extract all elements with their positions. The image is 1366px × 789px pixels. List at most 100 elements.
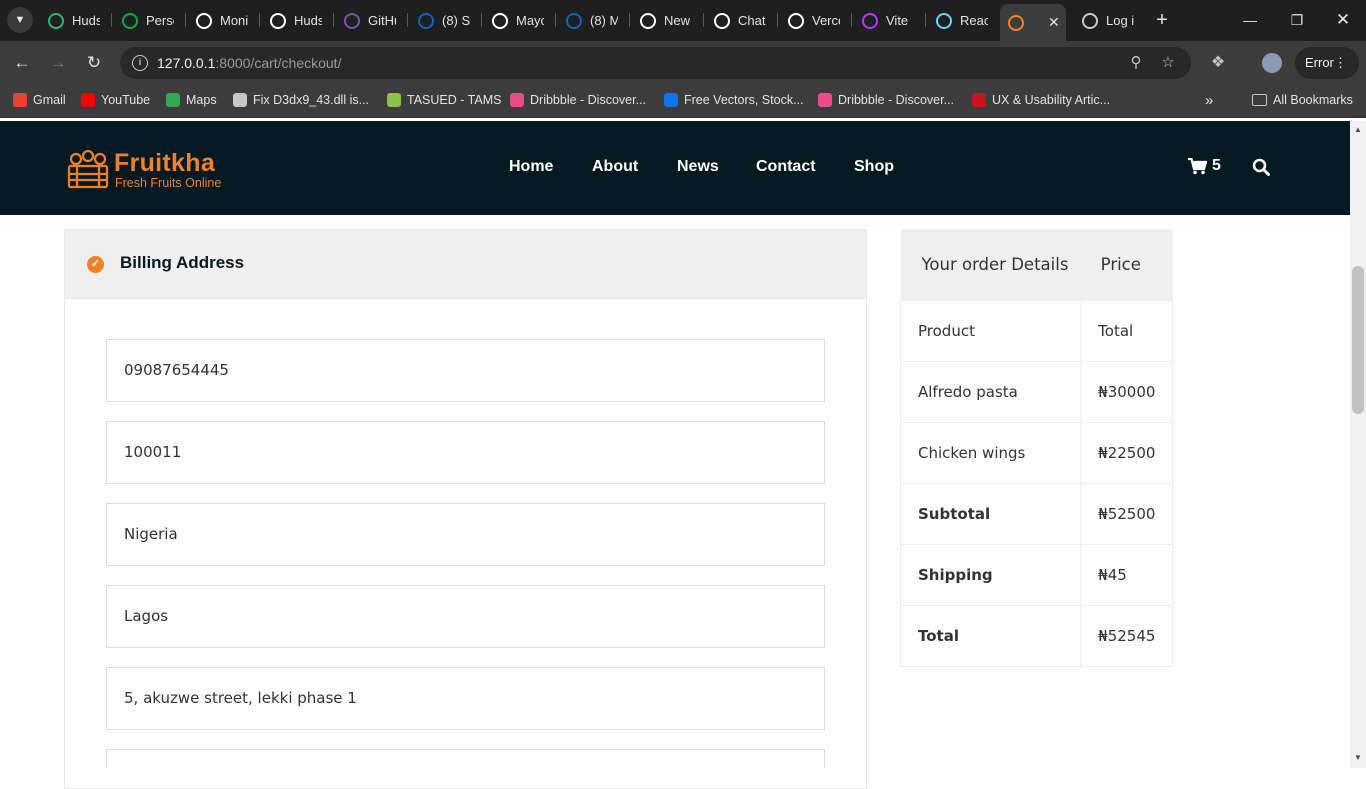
browser-tab[interactable]: Verce	[788, 5, 840, 36]
tab-search-chevron-icon[interactable]: ▼	[7, 7, 33, 33]
bookmark-star-icon[interactable]: ☆	[1159, 54, 1177, 72]
vite-icon	[862, 12, 878, 29]
browser-tab[interactable]: (8) Su	[418, 5, 470, 36]
country-field[interactable]: Nigeria	[106, 503, 825, 566]
price-heading: Price	[1080, 229, 1173, 300]
tab-label: GitHu	[368, 13, 396, 28]
tab-label: (8) M	[590, 13, 618, 28]
postal-code-field[interactable]: 100011	[106, 421, 825, 484]
linkedin-icon	[418, 12, 434, 29]
nav-contact[interactable]: Contact	[756, 158, 816, 176]
chrome-icon	[640, 12, 656, 29]
logo-title[interactable]: Fruitkha	[114, 149, 215, 178]
forward-arrow-icon[interactable]: →	[47, 52, 69, 74]
browser-tab[interactable]: Perso	[122, 5, 174, 36]
url-text[interactable]: 127.0.0.1:8000/cart/checkout/	[157, 55, 341, 71]
scroll-up-icon[interactable]: ▲	[1353, 125, 1363, 134]
tab-label: Log i	[1106, 13, 1134, 28]
bookmark-label: TASUED - TAMS	[407, 93, 502, 107]
browser-tab[interactable]: (8) M	[566, 5, 618, 36]
site-info-icon[interactable]: i	[132, 55, 148, 71]
browser-tab[interactable]: Mayo	[492, 5, 544, 36]
order-item-label: Total	[899, 604, 1082, 667]
browser-tab[interactable]: Chat	[714, 5, 766, 36]
bookmark-item[interactable]: Fix D3dx9_43.dll is...	[233, 91, 369, 109]
menu-dots-icon: ⋮	[1334, 55, 1347, 70]
nav-home[interactable]: Home	[509, 158, 553, 176]
bookmark-item[interactable]: UX & Usability Artic...	[972, 91, 1110, 109]
bookmarks-overflow-icon[interactable]: »	[1205, 91, 1213, 109]
bookmark-item[interactable]: Dribbble - Discover...	[818, 91, 954, 109]
billing-title[interactable]: Billing Address	[120, 253, 244, 273]
cart-link[interactable]: 5	[1188, 157, 1221, 175]
nn-icon	[972, 93, 986, 107]
tab-separator	[851, 13, 852, 27]
new-tab-plus-icon[interactable]: +	[1152, 8, 1172, 32]
close-window-icon[interactable]: ✕	[1323, 8, 1363, 32]
tab-label: Moni	[220, 13, 248, 28]
order-details-heading: Your order Details	[900, 229, 1081, 300]
browser-tab[interactable]: Huds	[48, 5, 100, 36]
bookmark-item[interactable]: Dribbble - Discover...	[510, 91, 646, 109]
browser-tab[interactable]: Moni	[196, 5, 248, 36]
error-button[interactable]: Error ⋮	[1295, 47, 1359, 79]
order-item-label: Shipping	[899, 543, 1082, 606]
bookmark-item[interactable]: YouTube	[81, 91, 150, 109]
reload-icon[interactable]: ↻	[83, 52, 105, 74]
globe-icon	[1082, 12, 1098, 29]
order-item-value: ₦30000	[1080, 360, 1173, 423]
back-arrow-icon[interactable]: ←	[11, 52, 33, 74]
all-bookmarks-button[interactable]: All Bookmarks	[1252, 91, 1353, 109]
tab-separator	[481, 13, 482, 27]
extensions-puzzle-icon[interactable]: ❖	[1209, 54, 1227, 72]
scroll-down-icon[interactable]: ▼	[1353, 753, 1363, 762]
tab-separator	[185, 13, 186, 27]
fruitkha-icon	[1008, 14, 1024, 31]
bookmark-label: Free Vectors, Stock...	[684, 93, 804, 107]
address-field[interactable]: 5, akuzwe street, lekki phase 1	[106, 667, 825, 730]
state-field[interactable]: Lagos	[106, 585, 825, 648]
browser-tab[interactable]: New	[640, 5, 692, 36]
bookmark-item[interactable]: Free Vectors, Stock...	[664, 91, 804, 109]
tab-separator	[333, 13, 334, 27]
medium-icon	[196, 12, 212, 29]
bookmark-item[interactable]: Maps	[166, 91, 217, 109]
order-item-value: Total	[1080, 299, 1173, 362]
tab-separator	[703, 13, 704, 27]
browser-tab[interactable]: Log i	[1082, 5, 1134, 36]
zoom-icon[interactable]: ⚲	[1127, 54, 1145, 72]
browser-tab[interactable]: Huds	[270, 5, 322, 36]
hashnode-icon	[492, 12, 508, 29]
profile-avatar[interactable]	[1262, 53, 1282, 73]
bookmark-item[interactable]: TASUED - TAMS	[387, 91, 501, 109]
browser-tab[interactable]: Vite	[862, 5, 914, 36]
page-scrollbar[interactable]	[1350, 121, 1366, 768]
tab-label: Perso	[146, 13, 174, 28]
scrollbar-thumb[interactable]	[1352, 266, 1364, 414]
restore-icon[interactable]: ❐	[1277, 8, 1317, 32]
tab-separator	[629, 13, 630, 27]
folder-icon	[1252, 94, 1267, 106]
browser-tab[interactable]: GitHu	[344, 5, 396, 36]
bookmark-item[interactable]: Gmail	[13, 91, 66, 109]
phone-field[interactable]: 09087654445	[106, 339, 825, 402]
fruit-basket-logo-icon[interactable]	[66, 150, 110, 190]
close-tab-icon[interactable]: ✕	[1048, 14, 1060, 31]
bookmark-label: Fix D3dx9_43.dll is...	[253, 93, 370, 107]
search-icon[interactable]	[1252, 158, 1270, 176]
order-item-label: Subtotal	[899, 482, 1082, 545]
nav-news[interactable]: News	[677, 158, 719, 176]
browser-tab[interactable]: ✕	[1000, 4, 1066, 41]
minimize-icon[interactable]: —	[1230, 8, 1270, 32]
browser-tab[interactable]: Reac	[936, 5, 988, 36]
nav-about[interactable]: About	[592, 158, 638, 176]
extra-field[interactable]	[106, 749, 825, 768]
order-row: Chicken wings ₦22500	[899, 421, 1173, 484]
nav-shop[interactable]: Shop	[854, 158, 894, 176]
maps-icon	[166, 93, 180, 107]
bookmark-label: YouTube	[101, 93, 151, 107]
check-circle-icon	[122, 12, 138, 29]
vercel-icon	[788, 12, 804, 29]
order-table-header: Your order Details Price	[900, 229, 1173, 300]
order-details-table: Your order Details Price Product Total Alf…	[899, 229, 1173, 667]
